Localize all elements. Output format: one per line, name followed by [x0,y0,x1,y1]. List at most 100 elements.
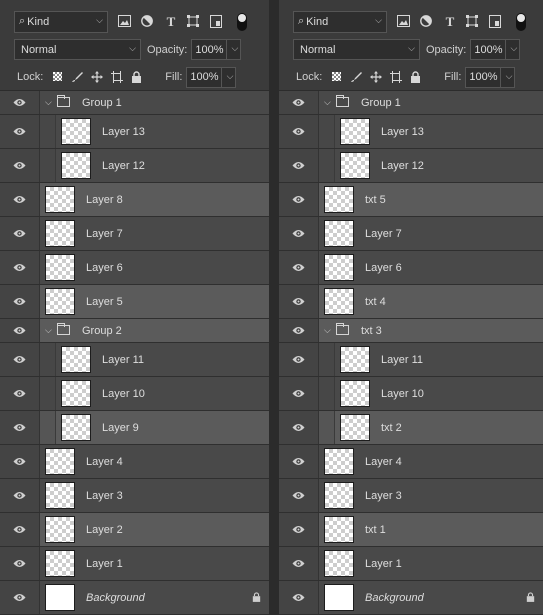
layer-row[interactable]: Layer 5 [0,285,269,319]
visibility-toggle[interactable] [279,377,319,410]
visibility-toggle[interactable] [0,411,40,444]
layer-row[interactable]: Layer 6 [0,251,269,285]
lock-position-icon[interactable] [91,70,104,84]
lock-all-icon[interactable] [131,70,143,84]
lock-artboard-icon[interactable] [390,70,403,84]
shape-filter-icon[interactable] [466,15,480,28]
visibility-toggle[interactable] [279,217,319,250]
shape-filter-icon[interactable] [187,15,201,28]
filter-toggle[interactable] [516,12,526,31]
layer-row[interactable]: Layer 6 [279,251,543,285]
lock-transparent-pixels-icon[interactable] [51,71,63,84]
layer-row[interactable]: Layer 9 [0,411,269,445]
visibility-toggle[interactable] [0,581,40,614]
fill-input[interactable]: 100% [465,66,502,88]
layer-group-row[interactable]: ⌵ Group 2 [0,319,269,343]
type-filter-icon[interactable]: T [164,15,178,28]
opacity-dropdown-button[interactable]: ⌵ [227,39,242,60]
visibility-toggle[interactable] [279,581,319,614]
fill-input[interactable]: 100% [186,66,223,88]
layer-row[interactable]: Layer 8 [0,183,269,217]
chevron-down-icon[interactable]: ⌵ [45,325,52,336]
filter-kind-select[interactable]: ⌕ Kind ⌵ [14,10,108,33]
visibility-toggle[interactable] [0,149,40,182]
visibility-toggle[interactable] [0,115,40,148]
visibility-toggle[interactable] [279,285,319,318]
chevron-down-icon[interactable]: ⌵ [324,325,331,336]
lock-image-pixels-icon[interactable] [71,71,84,84]
visibility-toggle[interactable] [0,377,40,410]
blend-mode-select[interactable]: Normal ⌵ [293,39,420,60]
smart-object-filter-icon[interactable] [489,15,503,28]
image-filter-icon[interactable] [118,15,132,28]
layer-row[interactable]: Layer 12 [279,149,543,183]
lock-image-pixels-icon[interactable] [350,71,363,84]
visibility-toggle[interactable] [279,91,319,114]
layer-row[interactable]: Layer 7 [0,217,269,251]
type-filter-icon[interactable]: T [443,15,457,28]
visibility-toggle[interactable] [279,513,319,546]
visibility-toggle[interactable] [279,251,319,284]
filter-toggle[interactable] [237,12,247,31]
layer-row[interactable]: Layer 3 [279,479,543,513]
layer-row[interactable]: Layer 1 [0,547,269,581]
visibility-toggle[interactable] [279,319,319,342]
layer-row[interactable]: Layer 10 [0,377,269,411]
layer-row[interactable]: Layer 11 [279,343,543,377]
visibility-toggle[interactable] [279,411,319,444]
visibility-toggle[interactable] [0,547,40,580]
layer-group-row[interactable]: ⌵ Group 1 [279,91,543,115]
layer-row[interactable]: Layer 2 [0,513,269,547]
layer-row[interactable]: Layer 4 [0,445,269,479]
layer-row[interactable]: Background [0,581,269,615]
adjustment-filter-icon[interactable] [141,15,155,28]
layer-row[interactable]: txt 4 [279,285,543,319]
visibility-toggle[interactable] [279,445,319,478]
layer-row[interactable]: Layer 4 [279,445,543,479]
visibility-toggle[interactable] [0,183,40,216]
visibility-toggle[interactable] [0,91,40,114]
layer-row[interactable]: Layer 13 [0,115,269,149]
visibility-toggle[interactable] [0,319,40,342]
layer-row[interactable]: Layer 7 [279,217,543,251]
opacity-input[interactable]: 100% [191,39,228,60]
visibility-toggle[interactable] [0,343,40,376]
visibility-toggle[interactable] [279,479,319,512]
layer-group-row[interactable]: ⌵ txt 3 [279,319,543,343]
chevron-down-icon[interactable]: ⌵ [324,97,331,108]
visibility-toggle[interactable] [279,547,319,580]
layer-row[interactable]: Layer 11 [0,343,269,377]
adjustment-filter-icon[interactable] [420,15,434,28]
opacity-input[interactable]: 100% [470,39,507,60]
layer-row[interactable]: txt 1 [279,513,543,547]
lock-transparent-pixels-icon[interactable] [330,71,342,84]
visibility-toggle[interactable] [0,285,40,318]
visibility-toggle[interactable] [279,183,319,216]
layer-row[interactable]: Layer 13 [279,115,543,149]
visibility-toggle[interactable] [0,445,40,478]
fill-dropdown-button[interactable]: ⌵ [222,66,237,88]
lock-artboard-icon[interactable] [111,70,124,84]
visibility-toggle[interactable] [0,217,40,250]
fill-dropdown-button[interactable]: ⌵ [501,66,516,88]
lock-position-icon[interactable] [370,70,383,84]
filter-kind-select[interactable]: ⌕ Kind ⌵ [293,10,387,33]
layer-row[interactable]: Layer 12 [0,149,269,183]
smart-object-filter-icon[interactable] [210,15,224,28]
layer-row[interactable]: Layer 10 [279,377,543,411]
visibility-toggle[interactable] [0,479,40,512]
layer-row[interactable]: txt 2 [279,411,543,445]
layer-group-row[interactable]: ⌵ Group 1 [0,91,269,115]
visibility-toggle[interactable] [0,513,40,546]
layer-row[interactable]: Background [279,581,543,615]
visibility-toggle[interactable] [279,343,319,376]
opacity-dropdown-button[interactable]: ⌵ [506,39,521,60]
layer-row[interactable]: Layer 3 [0,479,269,513]
visibility-toggle[interactable] [0,251,40,284]
visibility-toggle[interactable] [279,149,319,182]
layer-row[interactable]: Layer 1 [279,547,543,581]
image-filter-icon[interactable] [397,15,411,28]
chevron-down-icon[interactable]: ⌵ [45,97,52,108]
blend-mode-select[interactable]: Normal ⌵ [14,39,141,60]
lock-all-icon[interactable] [410,70,422,84]
